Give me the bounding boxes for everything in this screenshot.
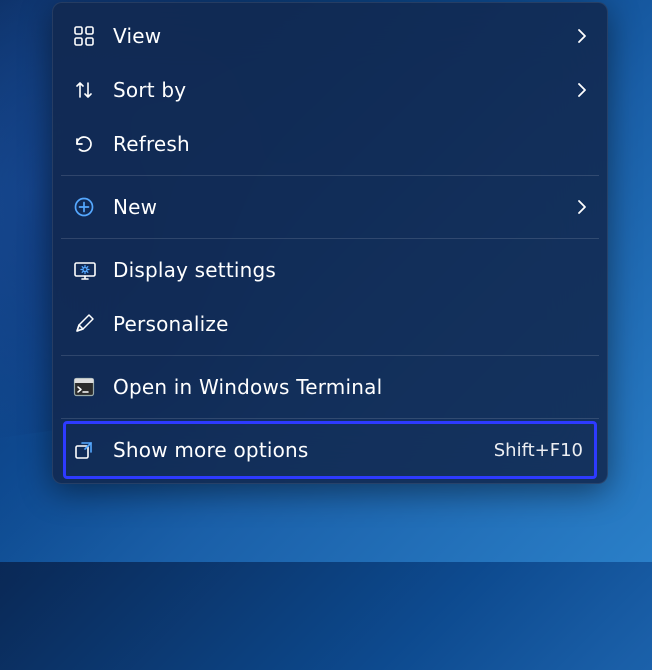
sort-icon bbox=[73, 79, 113, 101]
menu-item-show-more-options[interactable]: Show more options Shift+F10 bbox=[59, 423, 601, 477]
menu-item-personalize[interactable]: Personalize bbox=[59, 297, 601, 351]
menu-separator bbox=[61, 418, 599, 419]
menu-item-open-terminal[interactable]: Open in Windows Terminal bbox=[59, 360, 601, 414]
menu-item-display-settings[interactable]: Display settings bbox=[59, 243, 601, 297]
menu-item-label: Display settings bbox=[113, 258, 587, 282]
menu-item-label: Personalize bbox=[113, 312, 587, 336]
menu-item-label: View bbox=[113, 24, 577, 48]
menu-separator bbox=[61, 238, 599, 239]
display-settings-icon bbox=[73, 259, 113, 281]
menu-separator bbox=[61, 175, 599, 176]
new-icon bbox=[73, 196, 113, 218]
menu-item-label: Open in Windows Terminal bbox=[113, 375, 587, 399]
menu-item-view[interactable]: View bbox=[59, 9, 601, 63]
menu-item-refresh[interactable]: Refresh bbox=[59, 117, 601, 171]
menu-item-label: Refresh bbox=[113, 132, 587, 156]
terminal-icon bbox=[73, 377, 113, 397]
view-icon bbox=[73, 25, 113, 47]
refresh-icon bbox=[73, 133, 113, 155]
chevron-right-icon bbox=[577, 199, 587, 215]
desktop-context-menu: View Sort by Refresh bbox=[52, 2, 608, 484]
menu-item-label: New bbox=[113, 195, 577, 219]
personalize-icon bbox=[73, 313, 113, 335]
menu-item-label: Sort by bbox=[113, 78, 577, 102]
menu-item-sort-by[interactable]: Sort by bbox=[59, 63, 601, 117]
chevron-right-icon bbox=[577, 28, 587, 44]
menu-separator bbox=[61, 355, 599, 356]
menu-item-label: Show more options bbox=[113, 438, 494, 462]
chevron-right-icon bbox=[577, 82, 587, 98]
show-more-options-icon bbox=[73, 439, 113, 461]
keyboard-shortcut: Shift+F10 bbox=[494, 440, 583, 461]
menu-item-new[interactable]: New bbox=[59, 180, 601, 234]
